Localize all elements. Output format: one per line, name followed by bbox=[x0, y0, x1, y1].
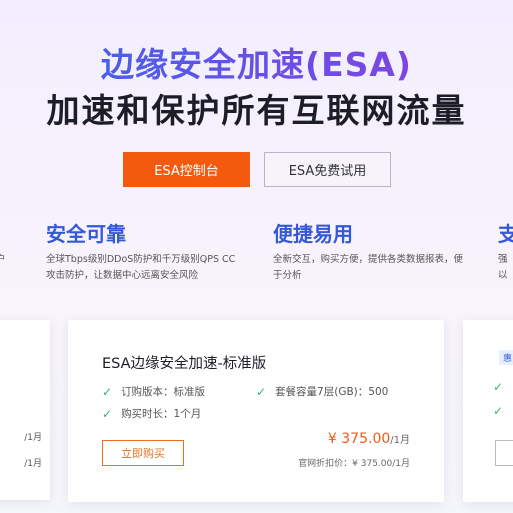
check-icon: ✓ bbox=[493, 404, 504, 418]
feature-desc-line: 强 bbox=[498, 254, 508, 265]
feature-desc-line: 于分析 bbox=[273, 270, 302, 281]
feature-desc-line: 全新交互，购买方便，提供各类数据报表，便 bbox=[273, 254, 464, 265]
plan-price: ¥ 375.00/1月 bbox=[328, 428, 410, 447]
check-icon: ✓ bbox=[256, 384, 267, 399]
plan-card-standard: ESA边缘安全加速-标准版 ✓ 订购版本：标准版 ✓ 套餐容量7层(GB)：50… bbox=[68, 320, 444, 502]
spec-text: 购买时长：1个月 bbox=[121, 408, 202, 420]
promo-tag: 惠 bbox=[499, 350, 513, 365]
feature-desc-secure: 全球Tbps级别DDoS防护和千万级别QPS CC 攻击防护，让数据中心远离安全… bbox=[46, 252, 256, 284]
esa-free-trial-button[interactable]: ESA免费试用 bbox=[264, 152, 391, 187]
spec-text: 订购版本：标准版 bbox=[121, 386, 206, 398]
price-unit: /1月 bbox=[390, 435, 410, 446]
spec-item-version: ✓ 订购版本：标准版 bbox=[102, 384, 205, 399]
feature-desc-line: 以 bbox=[498, 270, 508, 281]
spec-text: 套餐容量7层(GB)：500 bbox=[275, 386, 389, 398]
feature-title-secure: 安全可靠 bbox=[46, 222, 126, 246]
check-icon: ✓ bbox=[493, 380, 504, 394]
spec-item-duration: ✓ 购买时长：1个月 bbox=[102, 406, 201, 421]
plan-price: /1月 bbox=[24, 433, 42, 443]
feature-desc-line: 攻击防护，让数据中心远离安全风险 bbox=[46, 270, 199, 281]
esa-console-button[interactable]: ESA控制台 bbox=[123, 152, 250, 187]
plan-title: ESA边缘安全加速-标准版 bbox=[102, 356, 267, 372]
feature-0-desc: 户 bbox=[0, 254, 6, 265]
plan-card-right: 惠 ✓ ✓ bbox=[463, 320, 513, 502]
buy-now-button[interactable]: 立即购买 bbox=[102, 440, 184, 466]
plan-card-left: /1月 /1月 bbox=[0, 320, 50, 500]
spec-item-capacity: ✓ 套餐容量7层(GB)：500 bbox=[256, 384, 388, 399]
page-subtitle: 加速和保护所有互联网流量 bbox=[46, 91, 467, 130]
feature-desc-line: 全球Tbps级别DDoS防护和千万级别QPS CC bbox=[46, 254, 236, 265]
feature-desc-easy: 全新交互，购买方便，提供各类数据报表，便 于分析 bbox=[273, 252, 473, 284]
check-icon: ✓ bbox=[102, 406, 113, 421]
feature-title-support: 支 bbox=[498, 222, 513, 246]
buy-button-partial[interactable] bbox=[495, 440, 513, 466]
feature-title-easy: 便捷易用 bbox=[273, 222, 353, 246]
original-price: 官网折扣价：¥ 375.00/1月 bbox=[298, 459, 410, 469]
price-amount: ¥ 375.00 bbox=[327, 431, 391, 447]
feature-desc-support: 强 以 bbox=[498, 252, 513, 284]
page-title: 边缘安全加速(ESA) bbox=[0, 38, 513, 86]
check-icon: ✓ bbox=[102, 384, 113, 399]
plan-price: /1月 bbox=[24, 459, 42, 469]
